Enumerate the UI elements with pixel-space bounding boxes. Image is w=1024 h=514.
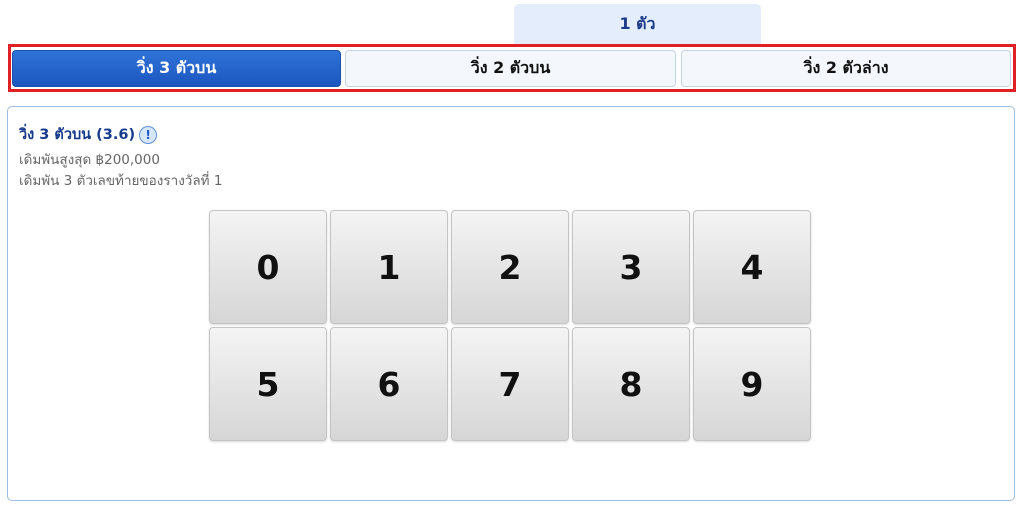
tab-run-3-top-label: วิ่ง 3 ตัวบน xyxy=(136,58,217,77)
tab-run-2-bottom-label: วิ่ง 2 ตัวล่าง xyxy=(803,58,889,77)
tab-run-3-top[interactable]: วิ่ง 3 ตัวบน xyxy=(12,50,341,87)
digit-button-3[interactable]: 3 xyxy=(572,210,690,324)
digit-button-8[interactable]: 8 xyxy=(572,327,690,441)
bet-description: เดิมพัน 3 ตัวเลขท้ายของรางวัลที่ 1 xyxy=(19,173,223,189)
digit-button-2[interactable]: 2 xyxy=(451,210,569,324)
tab-one-digit[interactable]: 1 ตัว xyxy=(514,4,761,44)
digit-button-0[interactable]: 0 xyxy=(209,210,327,324)
digit-button-7[interactable]: 7 xyxy=(451,327,569,441)
panel-title-text: วิ่ง 3 ตัวบน (3.6) xyxy=(19,127,136,143)
digit-button-1[interactable]: 1 xyxy=(330,210,448,324)
digit-button-5[interactable]: 5 xyxy=(209,327,327,441)
tab-run-2-top[interactable]: วิ่ง 2 ตัวบน xyxy=(345,50,676,87)
bet-panel: วิ่ง 3 ตัวบน (3.6) ! เดิมพันสูงสุด ฿200,… xyxy=(7,106,1015,501)
digit-button-4[interactable]: 4 xyxy=(693,210,811,324)
tab-run-2-top-label: วิ่ง 2 ตัวบน xyxy=(470,58,551,77)
number-keypad: 0 1 2 3 4 5 6 7 8 9 xyxy=(209,210,811,441)
digit-button-9[interactable]: 9 xyxy=(693,327,811,441)
info-icon-glyph: ! xyxy=(145,127,151,142)
panel-title: วิ่ง 3 ตัวบน (3.6) ! xyxy=(19,123,158,146)
tab-run-2-bottom[interactable]: วิ่ง 2 ตัวล่าง xyxy=(681,50,1011,87)
tab-one-digit-label: 1 ตัว xyxy=(619,13,656,33)
info-icon[interactable]: ! xyxy=(139,125,158,144)
digit-button-6[interactable]: 6 xyxy=(330,327,448,441)
max-bet-text: เดิมพันสูงสุด ฿200,000 xyxy=(19,152,160,168)
